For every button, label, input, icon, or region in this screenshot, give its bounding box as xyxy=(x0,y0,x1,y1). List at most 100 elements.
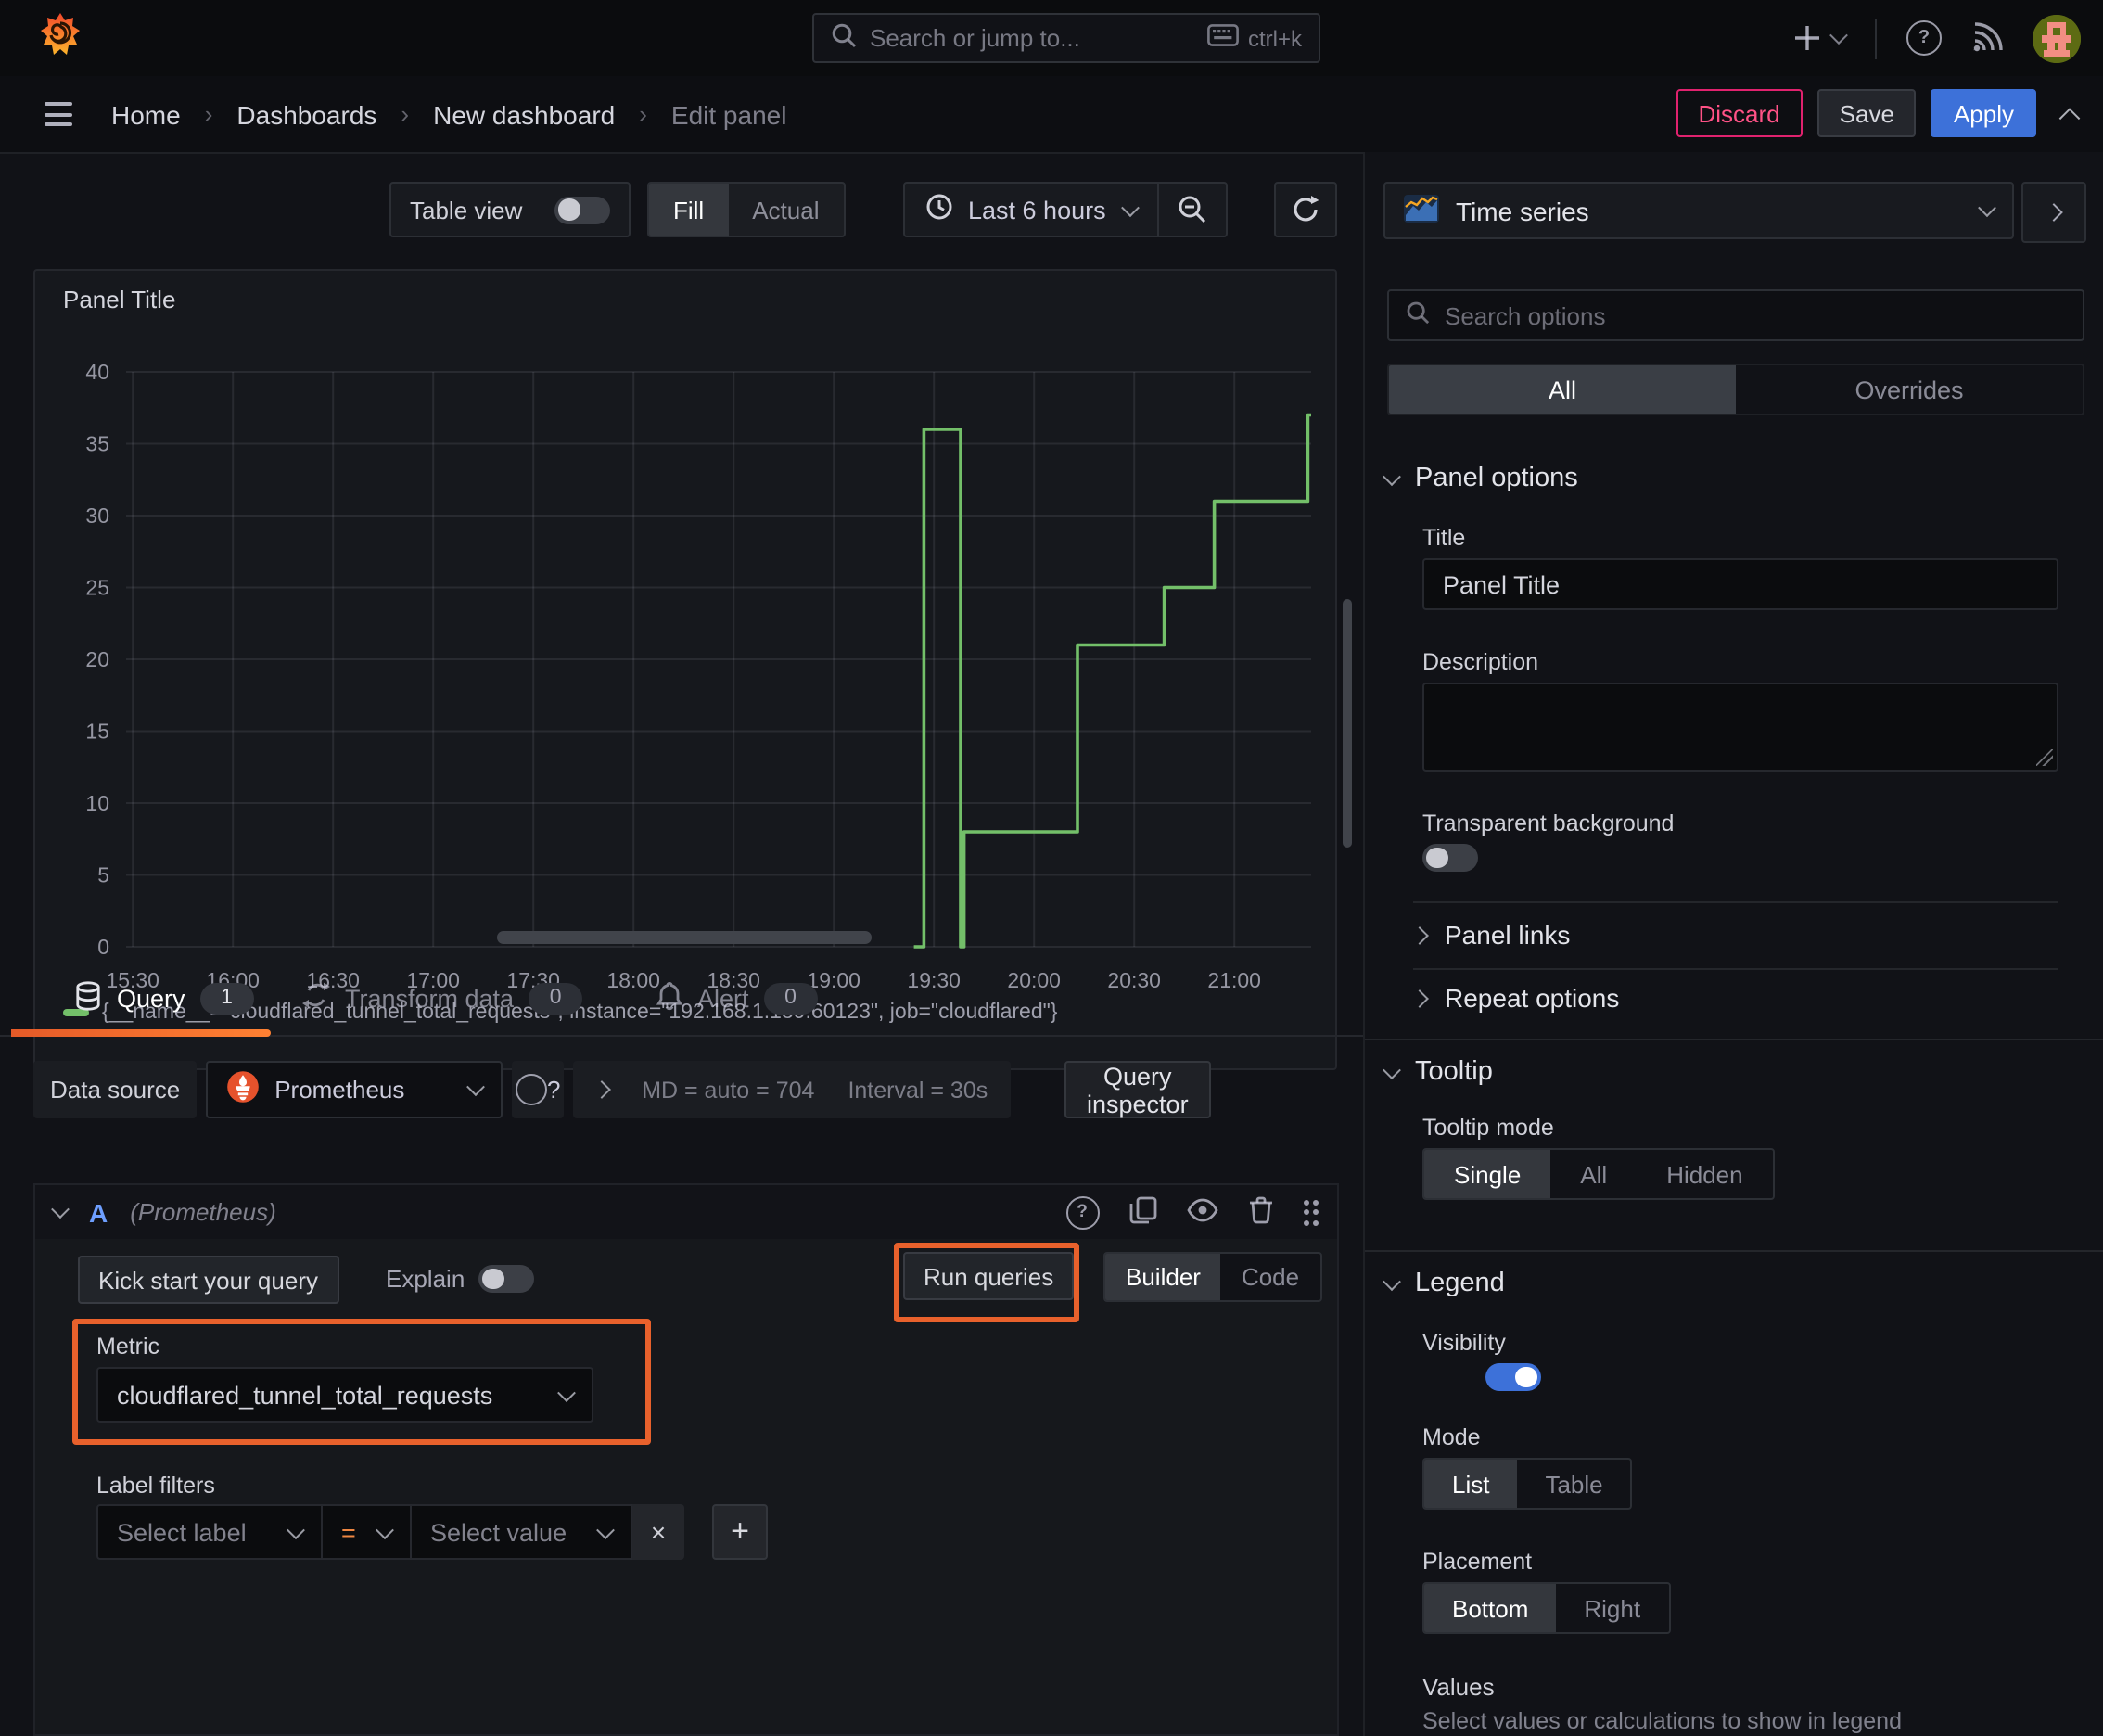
run-queries-button[interactable]: Run queries xyxy=(903,1252,1075,1300)
legend-mode-list[interactable]: List xyxy=(1424,1460,1518,1508)
save-button[interactable]: Save xyxy=(1816,89,1917,137)
time-range-picker[interactable]: Last 6 hours xyxy=(905,184,1158,236)
section-panel-options[interactable]: Panel options xyxy=(1383,464,1578,493)
query-options-bar[interactable]: MD = auto = 704 Interval = 30s xyxy=(573,1061,1011,1118)
explain-label: Explain xyxy=(386,1265,465,1293)
visualization-picker[interactable]: Time series xyxy=(1383,182,2014,239)
legend-values-label: Values xyxy=(1422,1673,1495,1701)
section-legend[interactable]: Legend xyxy=(1383,1269,1505,1298)
hide-response-icon[interactable] xyxy=(1186,1197,1217,1227)
horizontal-scrollbar[interactable] xyxy=(497,931,872,944)
apply-button[interactable]: Apply xyxy=(1931,89,2036,137)
breadcrumb-home[interactable]: Home xyxy=(111,99,181,129)
kick-start-query-button[interactable]: Kick start your query xyxy=(78,1256,338,1304)
search-icon xyxy=(1406,300,1430,330)
breadcrumb-dashboards[interactable]: Dashboards xyxy=(236,99,376,129)
legend-placement-right[interactable]: Right xyxy=(1556,1584,1668,1632)
delete-query-icon[interactable] xyxy=(1247,1195,1273,1229)
metric-label: Metric xyxy=(96,1334,160,1359)
discard-button[interactable]: Discard xyxy=(1676,89,1803,137)
section-panel-links[interactable]: Panel links xyxy=(1410,920,1570,950)
panel-title[interactable]: Panel Title xyxy=(63,286,175,313)
divider xyxy=(1413,968,2058,970)
builder-option[interactable]: Builder xyxy=(1105,1254,1221,1300)
tooltip-mode-hidden[interactable]: Hidden xyxy=(1637,1150,1772,1198)
code-option[interactable]: Code xyxy=(1221,1254,1319,1300)
news-rss-icon[interactable] xyxy=(1971,22,2003,54)
zoom-out-button[interactable] xyxy=(1160,184,1227,236)
query-help-icon[interactable]: ? xyxy=(1065,1195,1099,1229)
tab-alert[interactable]: Alert 0 xyxy=(656,961,818,1035)
options-tab-overrides[interactable]: Overrides xyxy=(1736,365,2083,414)
legend-placement-switch: Bottom Right xyxy=(1422,1582,1671,1634)
add-filter-button[interactable]: + xyxy=(712,1504,768,1560)
table-view-control: Table view xyxy=(389,182,631,237)
search-placeholder: Search or jump to... xyxy=(870,24,1080,52)
expand-options-icon xyxy=(593,1080,612,1099)
breadcrumb-separator: › xyxy=(639,100,647,128)
query-row-header[interactable]: A (Prometheus) ? xyxy=(33,1183,1339,1239)
datasource-help-button[interactable]: ? xyxy=(512,1061,565,1118)
title-label: Title xyxy=(1422,525,1466,551)
editor-tabs: Query 1 Transform data 0 Alert 0 xyxy=(0,961,1363,1037)
collapse-header-icon[interactable] xyxy=(2058,106,2081,129)
tooltip-mode-single[interactable]: Single xyxy=(1424,1150,1551,1198)
legend-visibility-toggle[interactable] xyxy=(1485,1363,1541,1391)
table-view-toggle[interactable] xyxy=(554,196,610,223)
time-series-chart[interactable]: 051015202530354015:30 16:00 16:30 17:00 17:3… xyxy=(57,354,1341,1003)
section-repeat-options[interactable]: Repeat options xyxy=(1410,983,1619,1013)
duplicate-query-icon[interactable] xyxy=(1128,1195,1156,1229)
collapse-query-icon[interactable] xyxy=(51,1200,70,1219)
collapse-options-pane-button[interactable] xyxy=(2021,182,2086,243)
menu-toggle-icon[interactable] xyxy=(45,102,72,126)
actual-option[interactable]: Actual xyxy=(728,184,843,236)
section-tooltip[interactable]: Tooltip xyxy=(1383,1057,1493,1087)
y-tick-label: 15 xyxy=(85,720,109,744)
datasource-picker[interactable]: Prometheus xyxy=(206,1061,503,1118)
metric-select[interactable]: cloudflared_tunnel_total_requests xyxy=(96,1367,593,1423)
remove-filter-button[interactable]: × xyxy=(632,1504,684,1560)
tab-query[interactable]: Query 1 xyxy=(74,961,254,1035)
section-divider xyxy=(1365,1039,2103,1040)
select-label-dropdown[interactable]: Select label xyxy=(96,1504,323,1560)
topbar-divider xyxy=(1875,18,1877,58)
select-value-dropdown[interactable]: Select value xyxy=(412,1504,632,1560)
options-search-input[interactable]: Search options xyxy=(1387,289,2084,341)
legend-placement-bottom[interactable]: Bottom xyxy=(1424,1584,1557,1632)
transparent-bg-toggle[interactable] xyxy=(1422,844,1478,872)
y-tick-label: 0 xyxy=(97,935,109,959)
grafana-edit-panel-page: Search or jump to... ctrl+k ? Home › Das… xyxy=(0,0,2103,1736)
query-inspector-button[interactable]: Query inspector xyxy=(1064,1061,1211,1118)
help-icon[interactable]: ? xyxy=(1906,20,1942,56)
user-avatar[interactable] xyxy=(2033,14,2081,62)
vertical-scrollbar[interactable] xyxy=(1343,599,1352,848)
global-search-input[interactable]: Search or jump to... ctrl+k xyxy=(812,13,1320,63)
tooltip-mode-all[interactable]: All xyxy=(1550,1150,1637,1198)
y-tick-label: 35 xyxy=(85,432,109,456)
legend-mode-table[interactable]: Table xyxy=(1517,1460,1630,1508)
tooltip-mode-label: Tooltip mode xyxy=(1422,1115,1554,1141)
fill-option[interactable]: Fill xyxy=(649,184,729,236)
chevron-down-icon xyxy=(557,1383,576,1402)
drag-handle-icon[interactable] xyxy=(1303,1199,1319,1225)
operator-dropdown[interactable]: = xyxy=(323,1504,412,1560)
y-tick-label: 40 xyxy=(85,360,109,384)
options-search-placeholder: Search options xyxy=(1445,301,1606,329)
refresh-button[interactable] xyxy=(1274,182,1337,237)
resize-handle-icon[interactable] xyxy=(2036,749,2053,766)
options-tab-all[interactable]: All xyxy=(1389,365,1736,414)
breadcrumb-new-dashboard[interactable]: New dashboard xyxy=(433,99,615,129)
panel-title-input[interactable]: Panel Title xyxy=(1422,558,2058,610)
panel-description-textarea[interactable] xyxy=(1422,683,2058,772)
query-count-badge: 1 xyxy=(199,982,254,1014)
explain-toggle[interactable] xyxy=(478,1265,534,1293)
y-tick-label: 5 xyxy=(97,863,109,887)
add-menu-button[interactable] xyxy=(1793,24,1848,52)
panel-options-sidebar: Time series Search options All Overrides… xyxy=(1363,152,2103,1736)
viz-name: Time series xyxy=(1456,196,1589,225)
grafana-logo[interactable] xyxy=(39,11,82,69)
tab-transform-data[interactable]: Transform data 0 xyxy=(302,961,583,1035)
y-tick-label: 25 xyxy=(85,576,109,600)
breadcrumb-current: Edit panel xyxy=(670,99,787,129)
series-line xyxy=(913,413,1311,949)
